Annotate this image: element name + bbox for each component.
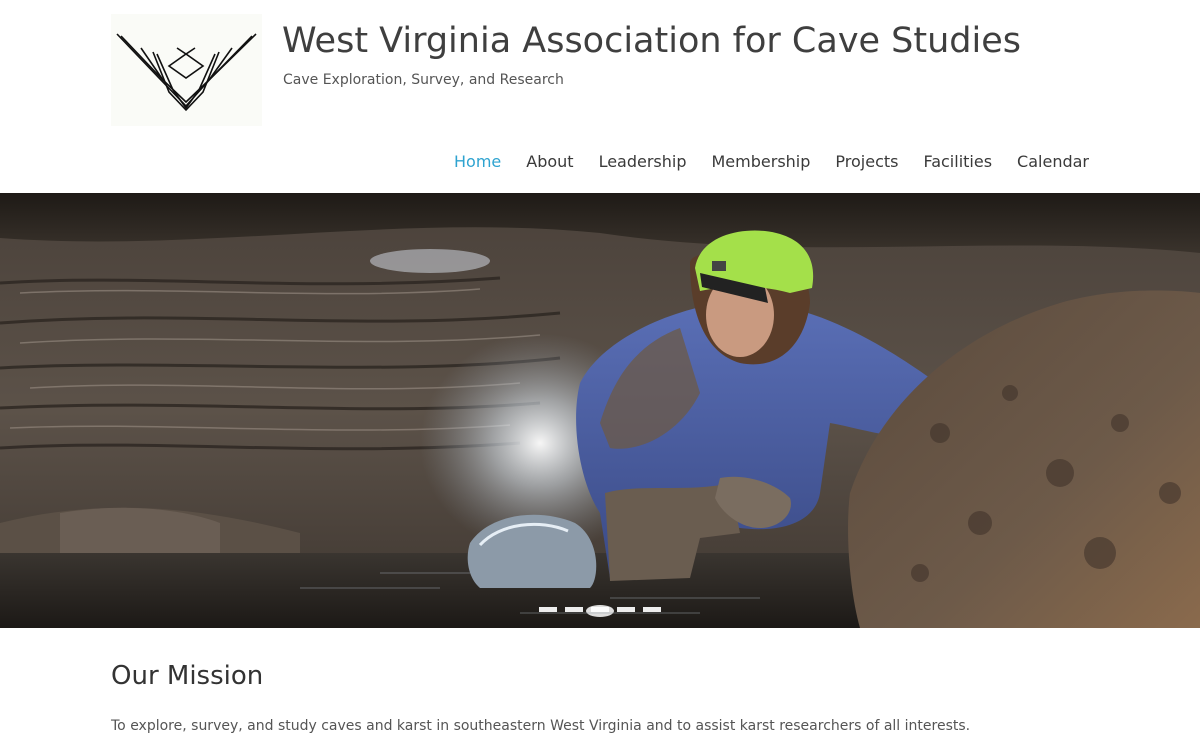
slider-dot-3[interactable]: [591, 607, 609, 612]
hero-slider[interactable]: [0, 193, 1200, 628]
mission-text: To explore, survey, and study caves and …: [111, 718, 971, 734]
slider-dot-4[interactable]: [617, 607, 635, 612]
site-logo[interactable]: [111, 14, 262, 126]
slider-dot-2[interactable]: [565, 607, 583, 612]
nav-item-projects[interactable]: Projects: [835, 150, 898, 174]
nav-item-home[interactable]: Home: [454, 150, 501, 174]
main-nav: Home About Leadership Membership Project…: [429, 150, 1089, 174]
nav-item-calendar[interactable]: Calendar: [1017, 150, 1089, 174]
mission-section: Our Mission To explore, survey, and stud…: [111, 660, 1091, 734]
nav-item-facilities[interactable]: Facilities: [923, 150, 992, 174]
nav-item-leadership[interactable]: Leadership: [599, 150, 687, 174]
nav-item-membership[interactable]: Membership: [712, 150, 811, 174]
mission-heading: Our Mission: [111, 661, 264, 691]
site-tagline: Cave Exploration, Survey, and Research: [283, 72, 564, 88]
slider-pagination: [539, 607, 661, 612]
site-title[interactable]: West Virginia Association for Cave Studi…: [282, 21, 1021, 61]
site-header: West Virginia Association for Cave Studi…: [0, 0, 1200, 193]
slider-dot-5[interactable]: [643, 607, 661, 612]
nav-item-about[interactable]: About: [526, 150, 573, 174]
wvacs-logo-icon: [116, 33, 257, 112]
slider-dot-1[interactable]: [539, 607, 557, 612]
hero-slide-image: [0, 193, 1200, 628]
